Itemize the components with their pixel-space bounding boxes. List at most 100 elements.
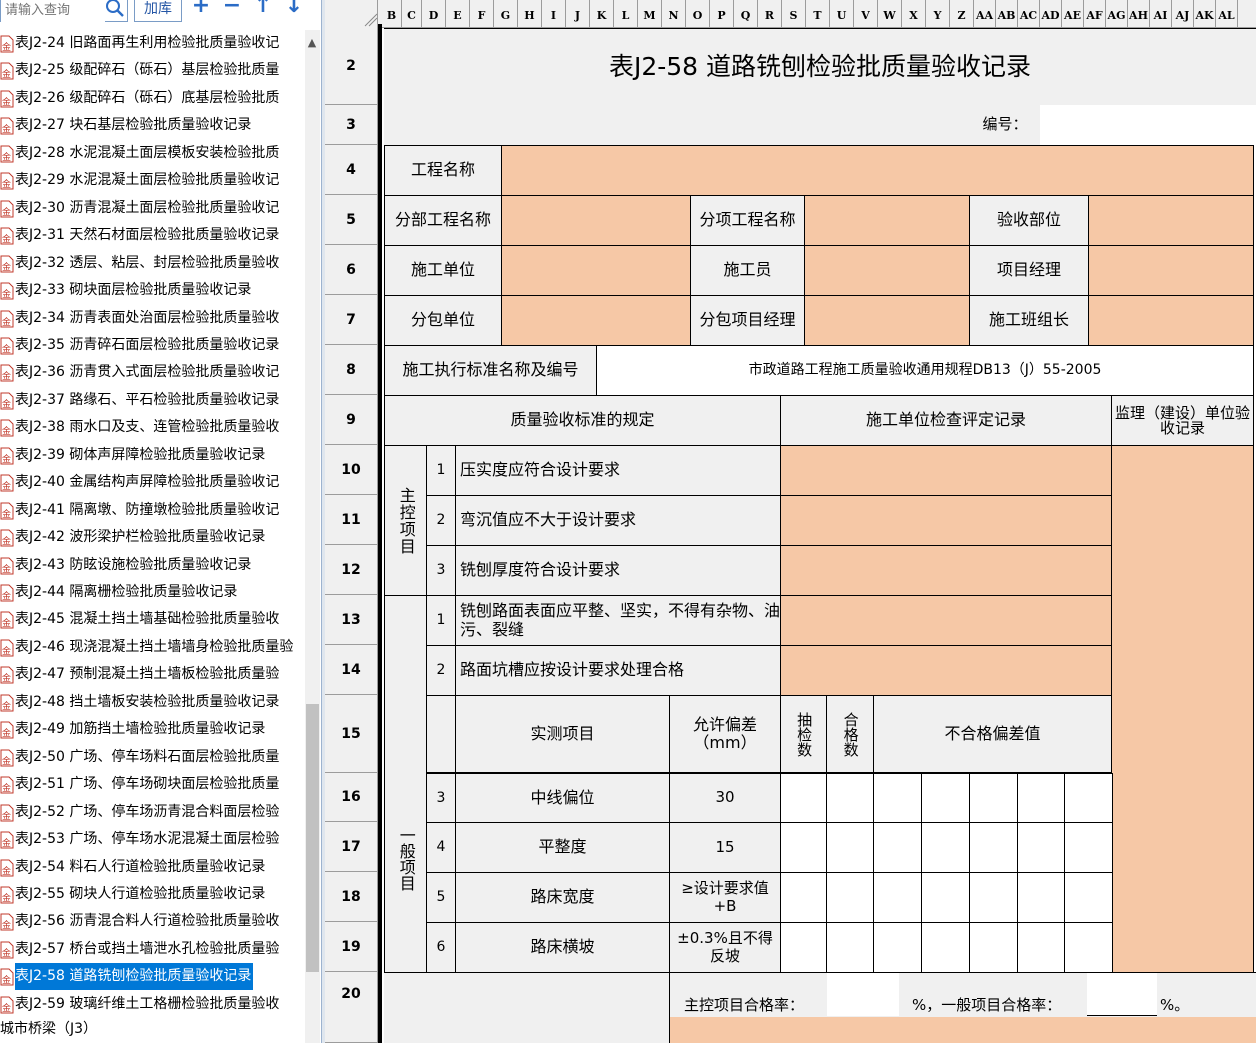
template-list-item[interactable]: 金表J2-25 级配碎石（砾石）基层检验批质量 (0, 57, 305, 84)
sub-pm-field[interactable] (804, 295, 970, 346)
column-header[interactable]: AF (1084, 0, 1106, 28)
column-header[interactable]: P (710, 0, 734, 28)
column-header[interactable]: T (806, 0, 830, 28)
column-header[interactable]: M (638, 0, 662, 28)
measure-value-cell[interactable] (826, 773, 874, 823)
template-list-item[interactable]: 金表J2-48 挡土墙板安装检验批质量验收记录 (0, 689, 305, 716)
template-list-item[interactable]: 金表J2-57 桥台或挡土墙泄水孔检验批质量验 (0, 936, 305, 963)
column-header[interactable]: AJ (1172, 0, 1194, 28)
column-header[interactable]: F (470, 0, 494, 28)
column-header[interactable]: S (782, 0, 806, 28)
column-header[interactable]: J (566, 0, 590, 28)
template-list-item[interactable]: 金表J2-54 料石人行道检验批质量验收记录 (0, 854, 305, 881)
column-header[interactable]: AC (1018, 0, 1040, 28)
subitem-name-field[interactable] (804, 195, 970, 246)
main-item-check-field[interactable] (780, 445, 1112, 496)
column-header[interactable]: X (902, 0, 926, 28)
measure-value-cell[interactable] (780, 922, 827, 973)
template-list-item[interactable]: 金表J2-42 波形梁护栏检验批质量验收记录 (0, 524, 305, 551)
column-header[interactable]: AG (1106, 0, 1128, 28)
row-header[interactable]: 12 (325, 545, 378, 595)
general-rate-field[interactable] (1087, 973, 1157, 1016)
search-icon[interactable] (105, 0, 125, 19)
column-header[interactable]: H (518, 0, 542, 28)
row-header[interactable]: 13 (325, 595, 378, 645)
search-box[interactable] (0, 0, 128, 23)
column-header[interactable]: N (662, 0, 686, 28)
measure-value-cell[interactable] (873, 922, 922, 973)
template-list-item[interactable]: 金表J2-32 透层、粘层、封层检验批质量验收 (0, 250, 305, 277)
template-list-item[interactable]: 金表J2-41 隔离墩、防撞墩检验批质量验收记 (0, 497, 305, 524)
column-header[interactable]: C (402, 0, 422, 28)
column-header[interactable]: B (382, 0, 402, 28)
row-header[interactable]: 4 (325, 145, 378, 195)
row-header[interactable]: 18 (325, 872, 378, 922)
row-header[interactable]: 5 (325, 195, 378, 245)
pm-field[interactable] (1088, 245, 1254, 296)
template-list-item[interactable]: 金表J2-58 道路铣刨检验批质量验收记录 (0, 963, 305, 991)
template-list-item[interactable]: 金表J2-56 沥青混合料人行道检验批质量验收 (0, 908, 305, 935)
arrow-down-icon[interactable]: ↓ (282, 0, 306, 18)
row-header[interactable]: 16 (325, 773, 378, 822)
row-header[interactable]: 8 (325, 345, 378, 395)
main-item-check-field[interactable] (780, 545, 1112, 596)
measure-value-cell[interactable] (1017, 872, 1065, 923)
column-header[interactable]: AH (1128, 0, 1150, 28)
team-leader-field[interactable] (1088, 295, 1254, 346)
measure-value-cell[interactable] (873, 773, 922, 823)
search-input[interactable] (1, 0, 105, 23)
arrow-up-icon[interactable]: ↑ (251, 0, 275, 18)
template-list-item[interactable]: 金表J2-38 雨水口及支、连管检验批质量验收 (0, 414, 305, 441)
row-header[interactable]: 11 (325, 495, 378, 545)
measure-value-cell[interactable] (780, 872, 827, 923)
column-header[interactable]: AK (1194, 0, 1216, 28)
measure-value-cell[interactable] (1017, 773, 1065, 823)
supervisor-record-field[interactable] (1111, 445, 1254, 973)
row-header[interactable]: 6 (325, 245, 378, 295)
add-library-button[interactable]: 加库 (134, 0, 182, 22)
template-list-item[interactable]: 金表J2-30 沥青混凝土面层检验批质量验收记 (0, 195, 305, 222)
division-name-field[interactable] (501, 195, 691, 246)
row-header[interactable]: 3 (325, 105, 378, 145)
number-field[interactable] (1040, 105, 1254, 144)
column-header[interactable]: K (590, 0, 614, 28)
plus-icon[interactable]: + (189, 0, 213, 18)
measure-value-cell[interactable] (1017, 822, 1065, 873)
column-header[interactable]: W (878, 0, 902, 28)
template-list-item[interactable]: 金表J2-31 天然石材面层检验批质量验收记录 (0, 222, 305, 249)
template-list-item[interactable]: 金表J2-50 广场、停车场料石面层检验批质量 (0, 744, 305, 771)
column-header[interactable]: G (494, 0, 518, 28)
column-header[interactable]: I (542, 0, 566, 28)
template-list-item[interactable]: 金表J2-59 玻璃纤维土工格栅检验批质量验收 (0, 991, 305, 1018)
project-name-field[interactable] (501, 145, 1254, 196)
measure-value-cell[interactable] (969, 922, 1018, 973)
chevron-up-icon[interactable]: ▲ (304, 36, 320, 49)
template-list-item[interactable]: 金表J2-43 防眩设施检验批质量验收记录 (0, 552, 305, 579)
column-header[interactable]: Y (926, 0, 950, 28)
standard-value[interactable]: 市政道路工程施工质量验收通用规程DB13（J）55-2005 (596, 345, 1254, 396)
measure-value-cell[interactable] (1017, 922, 1065, 973)
template-list-item[interactable]: 金表J2-34 沥青表面处治面层检验批质量验收 (0, 305, 305, 332)
accept-part-field[interactable] (1088, 195, 1254, 246)
measure-value-cell[interactable] (969, 773, 1018, 823)
subcontractor-field[interactable] (501, 295, 691, 346)
row-header[interactable]: 10 (325, 445, 378, 495)
template-list-item[interactable]: 金表J2-37 路缘石、平石检验批质量验收记录 (0, 387, 305, 414)
column-header[interactable]: AA (974, 0, 996, 28)
measure-value-cell[interactable] (826, 922, 874, 973)
measure-value-cell[interactable] (921, 822, 970, 873)
measure-value-cell[interactable] (826, 872, 874, 923)
measure-value-cell[interactable] (873, 822, 922, 873)
measure-value-cell[interactable] (1064, 822, 1113, 873)
template-list-item[interactable]: 金表J2-26 级配碎石（砾石）底基层检验批质 (0, 85, 305, 112)
scrollbar-thumb[interactable] (306, 704, 319, 972)
tree-node-bridge[interactable]: 城市桥梁（J3） (0, 1018, 97, 1038)
template-list-item[interactable]: 金表J2-27 块石基层检验批质量验收记录 (0, 112, 305, 139)
measure-value-cell[interactable] (1064, 922, 1113, 973)
row-header[interactable]: 2 (325, 28, 378, 105)
column-header[interactable]: AL (1216, 0, 1238, 28)
row-header[interactable]: 17 (325, 822, 378, 872)
select-all-corner[interactable] (325, 0, 378, 28)
constructor-field[interactable] (501, 245, 691, 296)
main-rate-field[interactable] (827, 973, 899, 1016)
